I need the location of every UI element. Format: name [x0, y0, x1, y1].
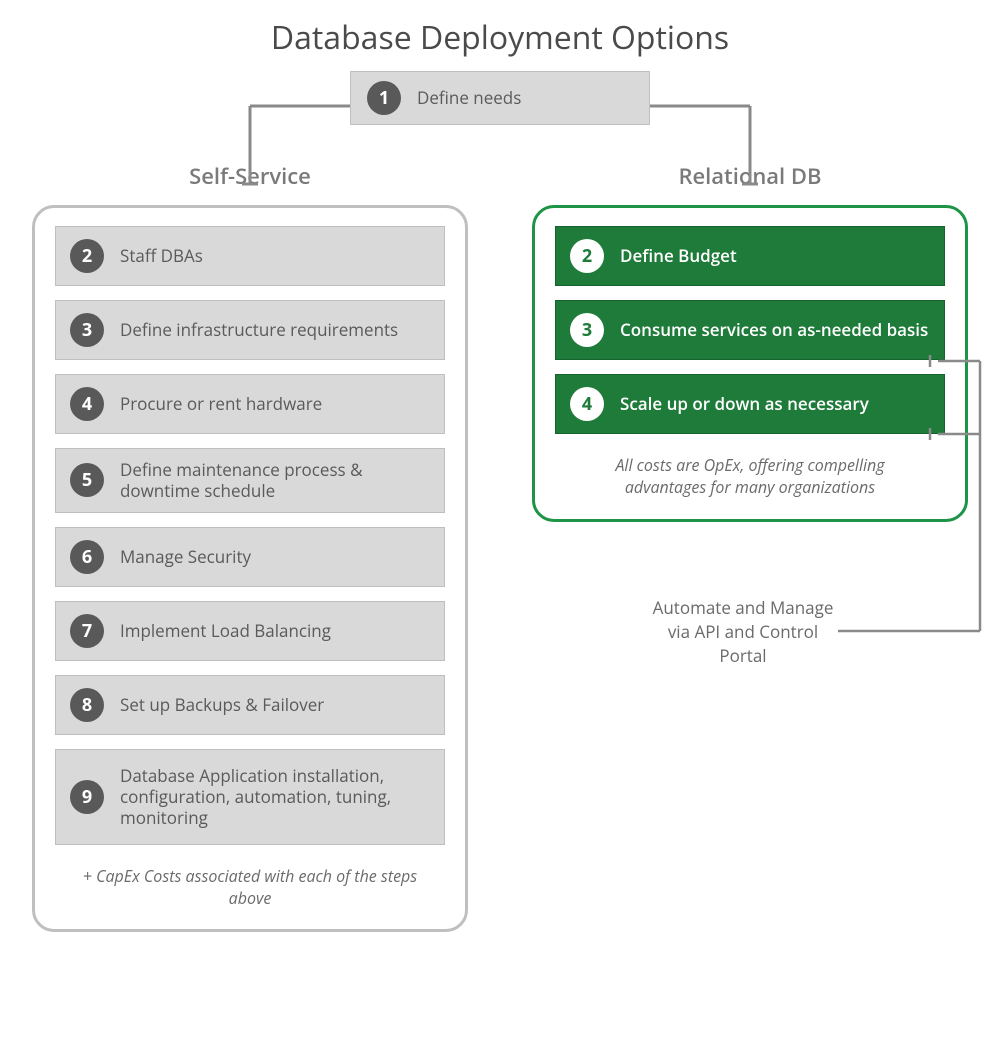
column-heading-relational-db: Relational DB — [532, 161, 968, 191]
step-row: 4 Procure or rent hardware — [55, 374, 445, 434]
step-number-badge: 4 — [570, 387, 604, 421]
automate-callout: Automate and Manage via API and Control … — [648, 596, 838, 667]
step-label: Define infrastructure requirements — [120, 319, 398, 340]
step-number-badge: 4 — [70, 387, 104, 421]
self-service-panel: 2 Staff DBAs 3 Define infrastructure req… — [32, 205, 468, 932]
step-define-needs: 1 Define needs — [350, 71, 650, 125]
step-number-badge: 5 — [70, 463, 104, 497]
step-number-badge: 7 — [70, 614, 104, 648]
step-number-badge: 6 — [70, 540, 104, 574]
step-number-badge: 3 — [570, 313, 604, 347]
relational-db-panel: 2 Define Budget 3 Consume services on as… — [532, 205, 968, 522]
self-service-column: Self-Service 2 Staff DBAs 3 Define infra… — [32, 161, 468, 932]
step-number-badge: 2 — [70, 239, 104, 273]
step-label: Manage Security — [120, 546, 251, 567]
self-service-note: + CapEx Costs associated with each of th… — [55, 859, 445, 910]
step-number-badge: 8 — [70, 688, 104, 722]
step-label: Implement Load Balancing — [120, 620, 331, 641]
step-label: Define Budget — [620, 245, 737, 266]
step-label: Define needs — [417, 87, 521, 108]
step-label: Define maintenance process & downtime sc… — [120, 459, 430, 502]
step-row: 2 Define Budget — [555, 226, 945, 286]
step-label: Set up Backups & Failover — [120, 694, 324, 715]
step-label: Database Application installation, confi… — [120, 765, 430, 829]
step-row: 6 Manage Security — [55, 527, 445, 587]
diagram-title: Database Deployment Options — [0, 16, 1000, 59]
column-heading-self-service: Self-Service — [32, 161, 468, 191]
step-label: Procure or rent hardware — [120, 393, 322, 414]
step-label: Consume services on as-needed basis — [620, 319, 928, 340]
relational-db-note: All costs are OpEx, offering compelling … — [555, 448, 945, 499]
step-row: 9 Database Application installation, con… — [55, 749, 445, 845]
step-row: 3 Define infrastructure requirements — [55, 300, 445, 360]
step-row: 3 Consume services on as-needed basis — [555, 300, 945, 360]
step-number-badge: 9 — [70, 780, 104, 814]
step-row: 2 Staff DBAs — [55, 226, 445, 286]
step-number-badge: 3 — [70, 313, 104, 347]
step-number-badge: 2 — [570, 239, 604, 273]
step-row: 8 Set up Backups & Failover — [55, 675, 445, 735]
relational-db-column: Relational DB 2 Define Budget 3 Consume … — [532, 161, 968, 932]
step-row: 5 Define maintenance process & downtime … — [55, 448, 445, 513]
step-row: 7 Implement Load Balancing — [55, 601, 445, 661]
step-label: Scale up or down as necessary — [620, 393, 869, 414]
step-row: 4 Scale up or down as necessary — [555, 374, 945, 434]
step-number-badge: 1 — [367, 81, 401, 115]
step-label: Staff DBAs — [120, 245, 203, 266]
